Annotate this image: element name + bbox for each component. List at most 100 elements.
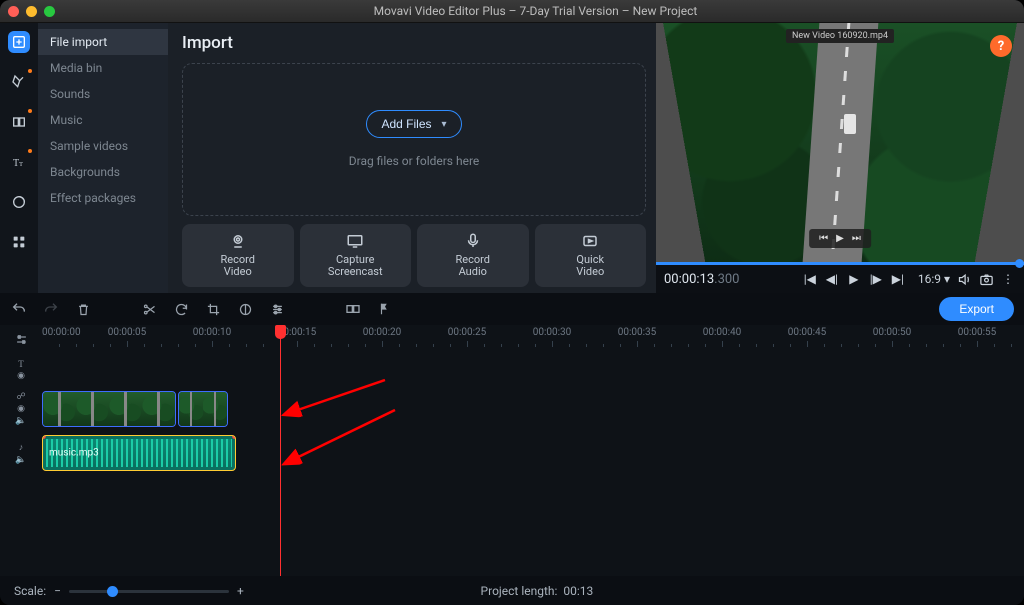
ruler-tick xyxy=(977,341,978,347)
monitor-icon xyxy=(346,232,364,250)
panel-heading: Import xyxy=(182,33,646,53)
titles-icon[interactable]: TT xyxy=(8,151,30,173)
fade-out-handle[interactable] xyxy=(232,435,236,439)
marker-button[interactable] xyxy=(376,300,394,318)
redo-button[interactable] xyxy=(42,300,60,318)
close-window-button[interactable] xyxy=(8,6,19,17)
split-button[interactable] xyxy=(140,300,158,318)
title-track-head[interactable]: T ◉ xyxy=(0,353,42,387)
timeline-settings-button[interactable] xyxy=(0,325,42,353)
tile-label: Capture Screencast xyxy=(328,254,383,279)
more-tools-icon[interactable] xyxy=(8,231,30,253)
aspect-ratio-label: 16:9 xyxy=(918,272,941,286)
ruler-minor-tick xyxy=(960,344,961,347)
seek-handle[interactable] xyxy=(1015,259,1024,268)
timecode-main: 00:00:13 xyxy=(664,272,714,287)
video-track-head[interactable]: ☍ ◉ 🔈 xyxy=(0,387,42,431)
ruler-minor-tick xyxy=(994,344,995,347)
title-track-body[interactable] xyxy=(42,353,1024,387)
help-button[interactable]: ? xyxy=(990,35,1012,57)
eye-icon[interactable]: ◉ xyxy=(17,404,25,414)
zoom-scale-control: Scale: − + xyxy=(14,584,244,598)
preview-playbar: 00:00:13.300 |◀ ◀| ▶ |▶ ▶| 16:9▾ ⋮ xyxy=(656,262,1024,293)
zoom-slider[interactable] xyxy=(69,590,229,593)
crop-button[interactable] xyxy=(204,300,222,318)
sidebar-item-media-bin[interactable]: Media bin xyxy=(38,55,168,81)
clip-properties-button[interactable] xyxy=(268,300,286,318)
sidebar-item-sample-videos[interactable]: Sample videos xyxy=(38,133,168,159)
undo-button[interactable] xyxy=(10,300,28,318)
delete-button[interactable] xyxy=(74,300,92,318)
stickers-icon[interactable] xyxy=(8,191,30,213)
audio-track-row: ♪ 🔈 music.mp3 xyxy=(0,431,1024,475)
sidebar-item-backgrounds[interactable]: Backgrounds xyxy=(38,159,168,185)
drop-zone[interactable]: Add Files ▾ Drag files or folders here xyxy=(182,63,646,216)
transitions-icon[interactable] xyxy=(8,111,30,133)
preview-menu-button[interactable]: ⋮ xyxy=(1000,272,1016,286)
zoom-window-button[interactable] xyxy=(44,6,55,17)
audio-track-head[interactable]: ♪ 🔈 xyxy=(0,431,42,475)
transition-wizard-button[interactable] xyxy=(344,300,362,318)
video-clip-2[interactable] xyxy=(178,391,228,427)
goto-start-button[interactable]: |◀ xyxy=(802,272,818,286)
mute-button[interactable] xyxy=(956,272,972,287)
sidebar-item-music[interactable]: Music xyxy=(38,107,168,133)
ruler-tick xyxy=(807,341,808,347)
record-video-tile[interactable]: Record Video xyxy=(182,224,294,287)
sidebar-item-effect-packages[interactable]: Effect packages xyxy=(38,185,168,211)
zoom-slider-thumb[interactable] xyxy=(107,586,118,597)
eye-icon[interactable]: ◉ xyxy=(17,371,25,381)
ruler-minor-tick xyxy=(858,344,859,347)
ruler-minor-tick xyxy=(501,344,502,347)
preview-source-tab: New Video 160920.mp4 xyxy=(786,29,894,43)
goto-end-button[interactable]: ▶| xyxy=(890,272,906,286)
video-track-body[interactable] xyxy=(42,387,1024,431)
rotate-button[interactable] xyxy=(172,300,190,318)
audio-clip-label: music.mp3 xyxy=(49,448,99,459)
ruler-minor-tick xyxy=(586,344,587,347)
left-icon-rail: TT xyxy=(0,23,38,293)
mini-play-icon[interactable]: ▶ xyxy=(836,233,844,244)
audio-track-body[interactable]: music.mp3 xyxy=(42,431,1024,475)
export-button[interactable]: Export xyxy=(939,297,1014,321)
import-icon[interactable] xyxy=(8,31,30,53)
speaker-icon[interactable]: 🔈 xyxy=(15,416,26,426)
ruler-tick xyxy=(297,341,298,347)
window-title: Movavi Video Editor Plus – 7-Day Trial V… xyxy=(55,4,1016,18)
capture-screencast-tile[interactable]: Capture Screencast xyxy=(300,224,412,287)
step-back-button[interactable]: ◀| xyxy=(824,272,840,286)
ruler-tick-label: 00:00:20 xyxy=(363,327,402,338)
fade-in-handle[interactable] xyxy=(42,435,46,439)
color-adjust-button[interactable] xyxy=(236,300,254,318)
audio-clip-1[interactable]: music.mp3 xyxy=(42,435,236,471)
zoom-out-button[interactable]: − xyxy=(54,584,61,598)
video-clip-1[interactable] xyxy=(42,391,176,427)
ruler-minor-tick xyxy=(671,344,672,347)
record-audio-tile[interactable]: Record Audio xyxy=(417,224,529,287)
ruler-minor-tick xyxy=(365,344,366,347)
quick-video-tile[interactable]: Quick Video xyxy=(535,224,647,287)
filters-icon[interactable] xyxy=(8,71,30,93)
play-button[interactable]: ▶ xyxy=(846,272,862,286)
mini-next-icon[interactable]: ⏭ xyxy=(852,233,861,244)
import-category-list: File import Media bin Sounds Music Sampl… xyxy=(38,23,168,293)
sidebar-item-file-import[interactable]: File import xyxy=(38,29,168,55)
add-files-button[interactable]: Add Files ▾ xyxy=(366,110,461,138)
step-forward-button[interactable]: |▶ xyxy=(868,272,884,286)
project-length-label: Project length: xyxy=(481,584,558,598)
sidebar-item-sounds[interactable]: Sounds xyxy=(38,81,168,107)
snapshot-button[interactable] xyxy=(978,272,994,287)
timeline-ruler[interactable]: 00:00:00 00:00:0500:00:1000:00:1500:00:2… xyxy=(42,325,1024,353)
zoom-in-button[interactable]: + xyxy=(237,584,244,598)
ruler-minor-tick xyxy=(246,344,247,347)
ruler-minor-tick xyxy=(875,344,876,347)
playhead-grip[interactable] xyxy=(275,325,286,339)
link-icon[interactable]: ☍ xyxy=(16,392,25,402)
minimize-window-button[interactable] xyxy=(26,6,37,17)
ruler-tick-label: 00:00:30 xyxy=(533,327,572,338)
webcam-icon xyxy=(229,232,247,250)
preview-video[interactable]: New Video 160920.mp4 ⏮ ▶ ⏭ ? xyxy=(656,23,1024,262)
mini-prev-icon[interactable]: ⏮ xyxy=(819,233,828,244)
speaker-icon[interactable]: 🔈 xyxy=(15,455,26,465)
aspect-ratio-selector[interactable]: 16:9▾ xyxy=(918,272,950,286)
